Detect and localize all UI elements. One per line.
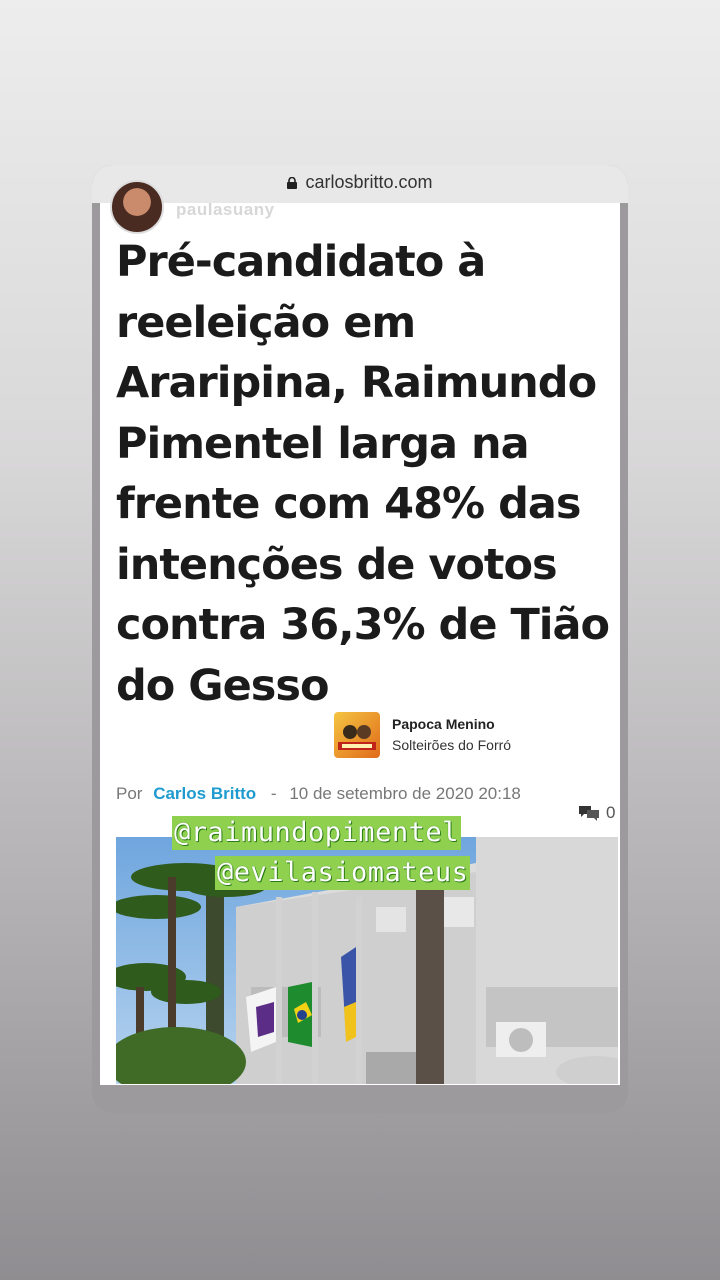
comments-link[interactable]: 0 (578, 803, 615, 823)
publish-date: 10 de setembro de 2020 20:18 (289, 784, 521, 803)
by-prefix: Por (116, 784, 143, 803)
music-sticker[interactable]: Papoca Menino Solteirões do Forró (334, 712, 594, 760)
music-artist: Solteirões do Forró (392, 737, 512, 753)
comment-bubbles-icon (579, 806, 599, 821)
byline-separator: - (270, 784, 277, 803)
comment-count: 0 (606, 803, 616, 822)
mention-tag-evilasiomateus[interactable]: @evilasiomateus (215, 856, 471, 890)
article-headline: Pré-candidato à reeleição em Araripina, … (116, 237, 610, 711)
browser-url-bar: carlosbritto.com (92, 165, 628, 203)
mention-tag-raimundopimentel[interactable]: @raimundopimentel (172, 816, 461, 850)
url-text: carlosbritto.com (305, 172, 433, 192)
article-byline: Por Carlos Britto - 10 de setembro de 20… (116, 784, 521, 804)
story-username[interactable]: paulasuany (176, 200, 275, 220)
album-art (334, 712, 380, 758)
avatar[interactable] (110, 180, 164, 234)
music-title: Papoca Menino (392, 716, 495, 732)
author-link[interactable]: Carlos Britto (153, 784, 256, 803)
lock-icon (287, 177, 298, 189)
